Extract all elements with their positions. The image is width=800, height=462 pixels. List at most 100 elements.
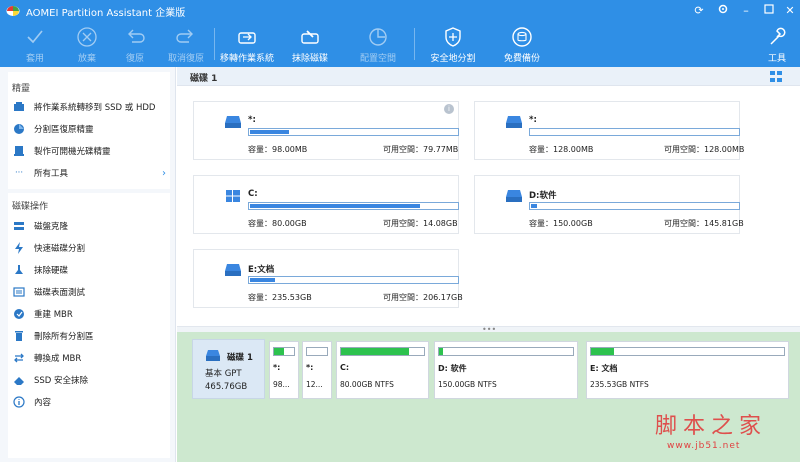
sidebar-item-label: 抹除硬碟 <box>34 266 69 276</box>
free-backup-button[interactable]: 免費備份 <box>500 25 544 65</box>
wizards-title: 精靈 <box>12 84 31 94</box>
usage-fill <box>250 278 275 282</box>
disk-ops-title: 磁碟操作 <box>12 202 49 212</box>
sidebar-item-partition-recovery[interactable]: 分割區復原精靈 <box>12 119 172 139</box>
sidebar-item-label: 重建 MBR <box>34 310 73 320</box>
disk-icon <box>206 350 220 361</box>
sidebar-item-ssd-secure-erase[interactable]: SSD 安全抹除 <box>12 370 172 390</box>
toolbar-divider <box>214 28 215 60</box>
sidebar-item-surface-test[interactable]: 磁碟表面測試 <box>12 282 172 302</box>
apply-button[interactable]: 套用 <box>18 25 52 65</box>
tools-button[interactable]: 工具 <box>762 25 792 65</box>
partition-card[interactable]: E:文档 容量：235.53GB 可用空間：206.17GB <box>193 249 463 308</box>
sidebar-item-wipe-disk[interactable]: 抹除硬碟 <box>12 260 172 280</box>
surface-test-icon <box>12 285 26 299</box>
undo-button[interactable]: 復原 <box>118 25 152 65</box>
disk-header-label: 磁碟 1 <box>190 74 218 84</box>
sidebar-item-quick-partition[interactable]: 快速磁碟分割 <box>12 238 172 258</box>
info-icon <box>12 395 26 409</box>
disk-map-partition[interactable]: *: 12... <box>302 341 332 399</box>
secure-partition-button[interactable]: 安全地分割 <box>428 25 478 65</box>
sidebar: 精靈 將作業系統轉移到 SSD 或 HDD 分割區復原精靈 製作可開機光碟精靈 … <box>0 67 176 462</box>
usage-bar <box>438 347 574 356</box>
sidebar-item-label: 磁碟表面測試 <box>34 288 86 298</box>
partition-card[interactable]: *: 容量：128.00MB 可用空間：128.00MB <box>474 101 744 160</box>
watermark-url: www.jb51.net <box>667 441 741 451</box>
redo-icon <box>176 29 193 43</box>
sidebar-item-label: 將作業系統轉移到 SSD 或 HDD <box>34 103 156 113</box>
backup-icon <box>512 27 532 47</box>
toolbar: 套用 放棄 復原 取消復原 移轉作業系統 抹除磁碟 配置空間 安全地分割 免費備… <box>0 22 800 67</box>
maximize-button[interactable] <box>760 3 778 19</box>
sidebar-item-properties[interactable]: 內容 <box>12 392 172 412</box>
sidebar-item-label: SSD 安全抹除 <box>34 376 89 386</box>
watermark-logo: 脚本之家 <box>655 414 768 439</box>
usage-fill <box>591 348 614 355</box>
usage-bar <box>306 347 328 356</box>
convert-icon <box>12 351 26 365</box>
usage-fill <box>439 348 443 355</box>
usage-fill <box>250 204 420 208</box>
sidebar-item-bootable-media[interactable]: 製作可開機光碟精靈 <box>12 141 172 161</box>
sidebar-item-rebuild-mbr[interactable]: 重建 MBR <box>12 304 172 324</box>
migrate-icon <box>12 100 26 114</box>
partition-card[interactable]: D:软件 容量：150.00GB 可用空間：145.81GB <box>474 175 744 234</box>
allocate-space-button[interactable]: 配置空間 <box>356 25 400 65</box>
app-title: AOMEI Partition Assistant 企業版 <box>26 8 186 19</box>
sidebar-item-label: 製作可開機光碟精靈 <box>34 147 111 157</box>
sidebar-item-convert-mbr[interactable]: 轉換成 MBR <box>12 348 172 368</box>
title-bar: AOMEI Partition Assistant 企業版 ⟳ – ✕ <box>0 0 800 22</box>
windows-icon <box>226 190 240 202</box>
usage-bar <box>248 128 459 136</box>
info-icon[interactable]: i <box>444 104 454 114</box>
disk-map-partition[interactable]: C: 80.00GB NTFS <box>336 341 429 399</box>
sidebar-item-delete-all-partitions[interactable]: 刪除所有分割區 <box>12 326 172 346</box>
checkmark-icon <box>27 30 43 44</box>
rebuild-mbr-icon <box>12 307 26 321</box>
disk-map-disk[interactable]: 磁碟 1 基本 GPT 465.76GB <box>192 339 265 399</box>
layout-toggle-icon[interactable] <box>770 71 782 82</box>
disk-map-partition[interactable]: E: 文档 235.53GB NTFS <box>586 341 789 399</box>
chevron-right-icon: › <box>162 167 166 179</box>
sidebar-item-label: 內容 <box>34 398 52 408</box>
ssd-erase-icon <box>12 373 26 387</box>
refresh-icon[interactable]: ⟳ <box>690 3 708 19</box>
wipe-disk-button[interactable]: 抹除磁碟 <box>288 25 332 65</box>
toolbar-divider <box>414 28 415 60</box>
migrate-os-button[interactable]: 移轉作業系統 <box>218 25 276 65</box>
partition-card[interactable]: *: 容量：98.00MB 可用空間：79.77MB <box>193 101 459 160</box>
usage-bar <box>590 347 785 356</box>
sidebar-item-label: 磁盤克隆 <box>34 222 69 232</box>
minimize-button[interactable]: – <box>737 3 755 19</box>
discard-icon <box>77 27 97 47</box>
disk-header: 磁碟 1 <box>177 67 800 86</box>
sidebar-item-disk-clone[interactable]: 磁盤克隆 <box>12 216 172 236</box>
usage-bar <box>529 128 740 136</box>
eraser-icon <box>301 30 319 44</box>
sidebar-item-all-tools[interactable]: ··· 所有工具 › <box>12 163 172 183</box>
top-banner: AOMEI Partition Assistant 企業版 ⟳ – ✕ 套用 放… <box>0 0 800 67</box>
sidebar-item-label: 分割區復原精靈 <box>34 125 94 135</box>
usage-bar <box>340 347 425 356</box>
disk-map-partition[interactable]: D: 软件 150.00GB NTFS <box>434 341 578 399</box>
usage-fill <box>341 348 409 355</box>
sidebar-item-label: 快速磁碟分割 <box>34 244 86 254</box>
usage-fill <box>250 130 289 134</box>
drive-icon <box>506 116 522 128</box>
partition-card[interactable]: C: 容量：80.00GB 可用空間：14.08GB <box>193 175 459 234</box>
sidebar-item-migrate-os[interactable]: 將作業系統轉移到 SSD 或 HDD <box>12 97 172 117</box>
redo-button[interactable]: 取消復原 <box>164 25 208 65</box>
undo-icon <box>128 29 145 43</box>
sidebar-item-label: 所有工具 <box>34 169 69 179</box>
settings-icon[interactable] <box>714 3 732 19</box>
usage-bar <box>248 276 459 284</box>
usage-fill <box>274 348 284 355</box>
bootable-media-icon <box>12 144 26 158</box>
usage-bar <box>248 202 459 210</box>
close-button[interactable]: ✕ <box>781 3 799 19</box>
pie-icon <box>369 28 387 46</box>
trash-icon <box>12 329 26 343</box>
clone-icon <box>12 219 26 233</box>
disk-map-partition[interactable]: *: 98... <box>269 341 299 399</box>
discard-button[interactable]: 放棄 <box>70 25 104 65</box>
